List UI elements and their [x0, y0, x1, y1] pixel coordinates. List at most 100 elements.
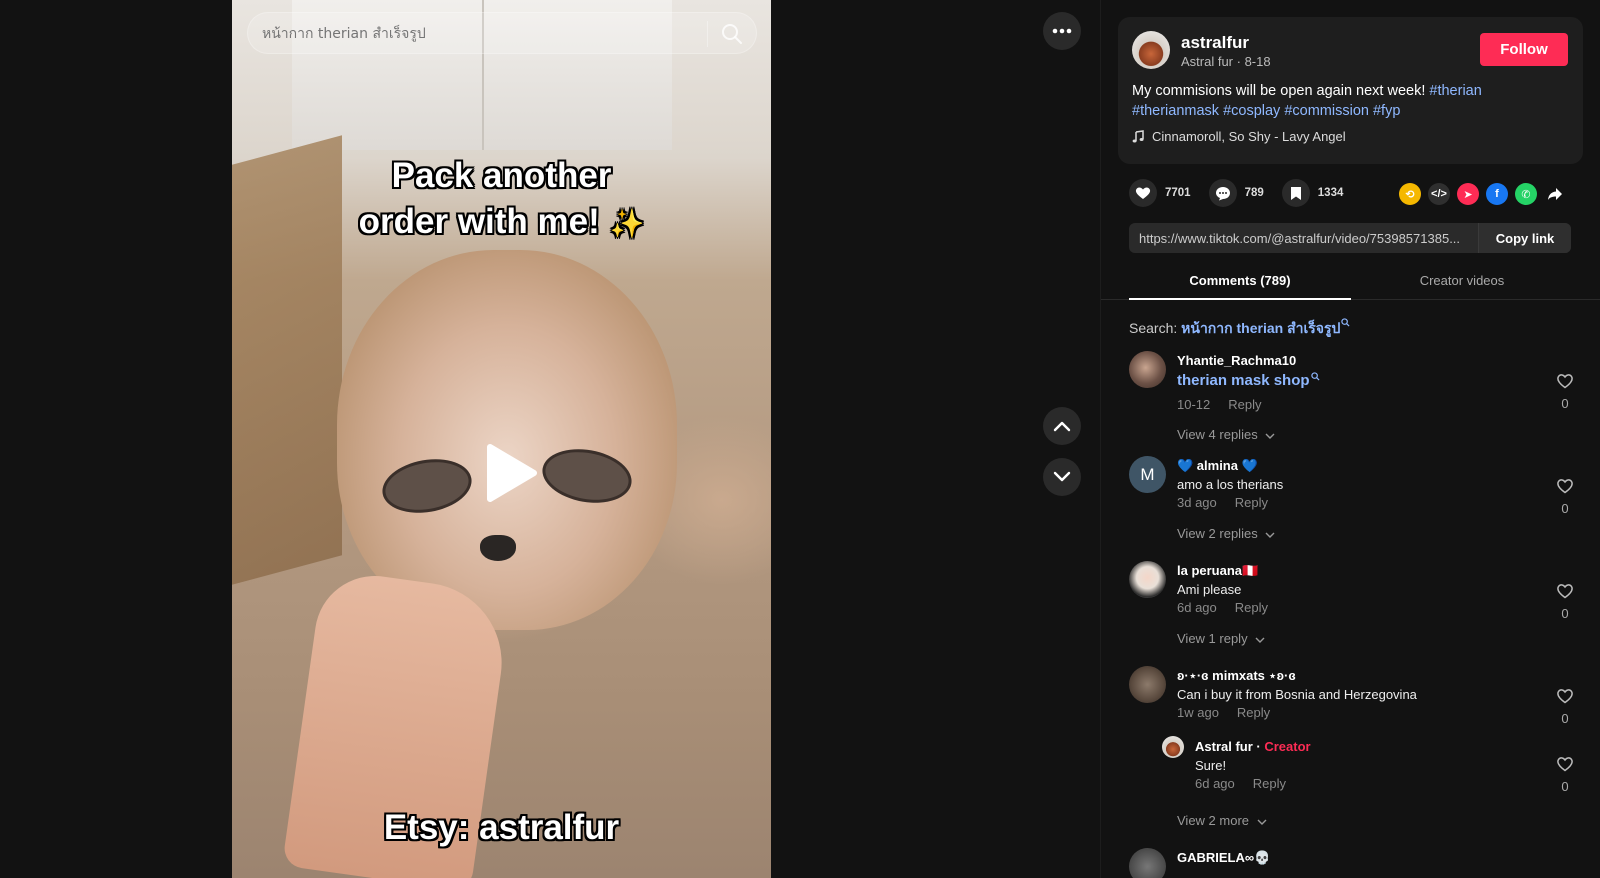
avatar[interactable] [1129, 561, 1166, 598]
overlay-line-1: Pack another [391, 156, 612, 195]
reply-button[interactable]: Reply [1253, 776, 1286, 791]
reply-username[interactable]: Astral fur · Creator [1195, 739, 1311, 754]
reply-button[interactable]: Reply [1235, 600, 1268, 615]
heart-outline-icon [1557, 374, 1573, 389]
comment-date: 3d ago [1177, 495, 1217, 510]
therian-mask-image [337, 250, 677, 630]
hashtag-therian[interactable]: #therian [1429, 83, 1481, 99]
view-more-replies-button[interactable]: View 2 more [1177, 813, 1267, 828]
music-title: Cinnamoroll, So Shy - Lavy Angel [1152, 129, 1346, 144]
video-search-input[interactable] [262, 23, 682, 45]
share-arrow-icon[interactable] [1544, 183, 1566, 205]
tab-creator-videos[interactable]: Creator videos [1351, 262, 1573, 300]
comment-search-link[interactable]: therian mask shop [1177, 372, 1310, 389]
comment-like[interactable]: 0 [1555, 478, 1575, 516]
embed-icon[interactable]: </> [1428, 183, 1450, 205]
repost-icon[interactable]: ⟲ [1399, 183, 1421, 205]
tiktok-video-page: Pack another order with me! ✨ Etsy: astr… [0, 0, 1600, 878]
author-meta: Astral fur · 8-18 [1181, 54, 1271, 69]
comment-username[interactable]: GABRIELA∞💀 [1177, 850, 1270, 866]
comment-username[interactable]: ʚ·⋆·ɞ mimxats ⋆ʚ·ɞ [1177, 668, 1296, 684]
comment-like[interactable]: 0 [1555, 373, 1575, 411]
view-replies-button[interactable]: View 1 reply [1177, 631, 1265, 646]
bookmark-icon[interactable] [1281, 179, 1310, 207]
reply-button[interactable]: Reply [1237, 705, 1270, 720]
more-options-button[interactable] [1043, 12, 1081, 50]
reply-like[interactable]: 0 [1555, 756, 1575, 794]
comment-like[interactable]: 0 [1555, 688, 1575, 726]
play-icon[interactable] [482, 443, 538, 503]
chevron-down-icon [1265, 433, 1275, 439]
author-username[interactable]: astralfur [1181, 33, 1249, 53]
chevron-down-icon [1255, 637, 1265, 643]
avatar[interactable] [1162, 736, 1184, 758]
music-link[interactable]: Cinnamoroll, So Shy - Lavy Angel [1132, 129, 1346, 144]
heart-icon[interactable] [1129, 179, 1157, 207]
search-small-icon [1310, 372, 1320, 381]
reply-date: 6d ago [1195, 776, 1235, 791]
save-stat[interactable]: 1334 [1281, 179, 1344, 207]
chevron-down-icon [1257, 819, 1267, 825]
panel-tabs: Comments (789) Creator videos [1101, 262, 1600, 300]
view-replies-button[interactable]: View 4 replies [1177, 427, 1275, 442]
view-replies-label: View 1 reply [1177, 631, 1248, 646]
comment-like-count: 0 [1561, 501, 1569, 516]
video-area: Pack another order with me! ✨ Etsy: astr… [0, 0, 1100, 878]
creator-badge: Creator [1264, 739, 1311, 754]
comment-count: 789 [1244, 187, 1264, 199]
like-count: 7701 [1165, 187, 1191, 199]
like-stat[interactable]: 7701 [1129, 179, 1191, 207]
follow-button[interactable]: Follow [1480, 33, 1568, 66]
comment-item: ʚ·⋆·ɞ mimxats ⋆ʚ·ɞ Can i buy it from Bos… [1129, 666, 1589, 736]
video-search-bar[interactable] [247, 12, 757, 54]
reply-like-count: 0 [1561, 779, 1569, 794]
hashtag-fyp[interactable]: #fyp [1373, 103, 1400, 119]
tab-comments[interactable]: Comments (789) [1129, 262, 1351, 300]
previous-video-button[interactable] [1043, 407, 1081, 445]
comment-like-count: 0 [1561, 606, 1569, 621]
avatar[interactable] [1129, 351, 1166, 388]
heart-outline-icon [1557, 689, 1573, 704]
comment-meta: 10-12 Reply [1177, 397, 1262, 412]
search-suggestion-label: Search: [1129, 320, 1178, 336]
send-icon[interactable]: ➤ [1457, 183, 1479, 205]
music-note-icon [1132, 130, 1144, 143]
search-icon[interactable] [720, 22, 744, 46]
save-count: 1334 [1317, 187, 1344, 199]
comment-username[interactable]: Yhantie_Rachma10 [1177, 353, 1296, 368]
overlay-line-2: order with me! ✨ [358, 202, 645, 241]
copy-link-button[interactable]: Copy link [1478, 223, 1571, 253]
hashtag-therianmask[interactable]: #therianmask [1132, 103, 1219, 119]
ellipsis-icon [1052, 28, 1072, 34]
comment-meta: 6d ago Reply [1177, 600, 1268, 615]
view-more-label: View 2 more [1177, 813, 1250, 828]
video-player[interactable] [232, 0, 771, 878]
hashtag-cosplay[interactable]: #cosplay [1223, 103, 1280, 119]
reply-button[interactable]: Reply [1228, 397, 1261, 412]
next-video-button[interactable] [1043, 458, 1081, 496]
avatar[interactable] [1129, 848, 1166, 878]
author-avatar[interactable] [1132, 31, 1170, 69]
engagement-stats: 7701 789 1334 [1129, 176, 1361, 210]
video-caption-overlay-bottom: Etsy: astralfur [383, 808, 620, 847]
sparkles-icon: ✨ [609, 208, 645, 239]
reply-text: Sure! [1195, 758, 1227, 773]
search-suggestion[interactable]: Search: หน้ากาก therian สำเร็จรูป [1129, 318, 1350, 340]
comment-icon[interactable] [1208, 179, 1237, 207]
comment-item: GABRIELA∞💀 [1129, 848, 1589, 878]
view-replies-button[interactable]: View 2 replies [1177, 526, 1275, 541]
whatsapp-icon[interactable]: ✆ [1515, 183, 1537, 205]
avatar[interactable] [1129, 666, 1166, 703]
avatar[interactable]: M [1129, 456, 1166, 493]
comment-stat[interactable]: 789 [1208, 179, 1264, 207]
comment-text: Can i buy it from Bosnia and Herzegovina [1177, 687, 1417, 702]
search-small-icon [1341, 318, 1350, 327]
comment-like[interactable]: 0 [1555, 583, 1575, 621]
comment-username[interactable]: 💙 almina 💙 [1177, 458, 1258, 474]
video-url[interactable]: https://www.tiktok.com/@astralfur/video/… [1139, 231, 1473, 246]
comment-username[interactable]: la peruana🇵🇪 [1177, 563, 1258, 579]
search-suggestion-term[interactable]: หน้ากาก therian สำเร็จรูป [1181, 320, 1340, 336]
reply-button[interactable]: Reply [1235, 495, 1268, 510]
hashtag-commission[interactable]: #commission [1284, 103, 1369, 119]
facebook-icon[interactable]: f [1486, 183, 1508, 205]
